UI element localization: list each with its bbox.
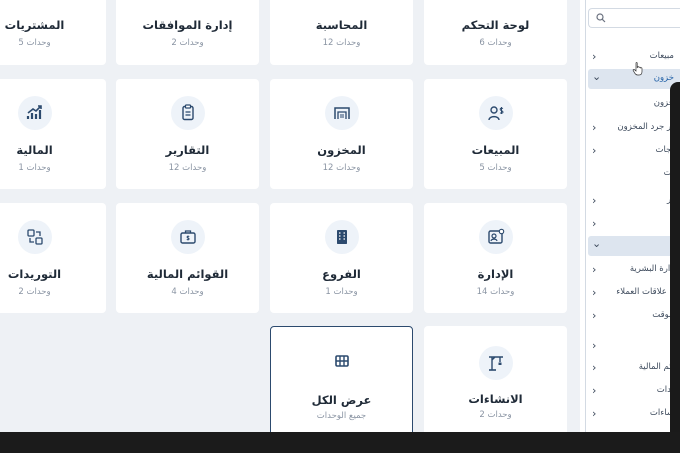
briefcase-dollar-icon bbox=[170, 220, 205, 254]
grid-icon bbox=[325, 344, 359, 378]
users-dollar-icon bbox=[478, 96, 513, 130]
chart-up-icon bbox=[17, 96, 52, 130]
sidebar-divider bbox=[585, 0, 586, 432]
module-title: الانشاءات bbox=[468, 392, 523, 406]
chevron-icon: › bbox=[592, 361, 597, 374]
module-title: القوائم المالية bbox=[146, 267, 229, 281]
module-units: 5 وحدات bbox=[18, 38, 51, 48]
sidebar-search[interactable] bbox=[588, 8, 680, 28]
module-card-approvals[interactable]: إدارة الموافقات 2 وحدات bbox=[116, 0, 259, 65]
sidebar-subitem-inventory-count[interactable]: › ير جرد المخزون bbox=[588, 118, 680, 138]
module-card-accounting[interactable]: المحاسبة 12 وحدات bbox=[270, 0, 413, 65]
module-title: المخزون bbox=[317, 143, 366, 157]
sidebar-item-group-expanded[interactable]: ⌄ bbox=[588, 236, 680, 256]
module-title: المبيعات bbox=[471, 143, 520, 157]
warehouse-icon bbox=[324, 96, 359, 130]
modules-grid: المشتريات 5 وحدات إدارة الموافقات 2 وحدا… bbox=[0, 0, 580, 432]
module-units: 1 وحدات bbox=[325, 287, 358, 297]
sidebar: › مبيعات ⌄ خزون خزون › ير جرد المخزون › تجات… bbox=[580, 0, 680, 432]
sidebar-subitem-inventory[interactable]: خزون bbox=[588, 94, 680, 114]
module-units: 12 وحدات bbox=[322, 163, 361, 173]
module-card-administration[interactable]: الإدارة 14 وحدات bbox=[424, 203, 567, 313]
sidebar-item-supplies[interactable]: › يدات bbox=[588, 381, 680, 401]
module-card-financial-statements[interactable]: القوائم المالية 4 وحدات bbox=[116, 203, 259, 313]
chevron-icon: › bbox=[592, 407, 597, 420]
module-title: المحاسبة bbox=[315, 18, 368, 32]
sidebar-item-label: دارة البشرية bbox=[629, 264, 674, 274]
module-units: 1 وحدات bbox=[18, 163, 51, 173]
sidebar-item-financial-statements[interactable]: › ائم المالية bbox=[588, 358, 680, 378]
module-units: 6 وحدات bbox=[479, 38, 512, 48]
module-card-sales[interactable]: المبيعات 5 وحدات bbox=[424, 79, 567, 189]
sidebar-item-admin[interactable]: ›ة bbox=[588, 336, 680, 356]
module-units: 12 وحدات bbox=[322, 38, 361, 48]
sidebar-item-label: ير جرد المخزون bbox=[617, 122, 674, 132]
id-card-icon bbox=[478, 220, 513, 254]
sidebar-subitem-items[interactable]: ات bbox=[588, 164, 680, 184]
sidebar-item-label: ة علاقات العملاء bbox=[616, 287, 674, 297]
module-units: 2 وحدات bbox=[18, 287, 51, 297]
module-units: جميع الوحدات bbox=[316, 411, 367, 421]
module-card-dashboard[interactable]: لوحة التحكم 6 وحدات bbox=[424, 0, 567, 65]
module-title: الإدارة bbox=[477, 267, 514, 281]
device-frame-bottom bbox=[0, 432, 680, 453]
module-card-branches[interactable]: الفروع 1 وحدات bbox=[270, 203, 413, 313]
chevron-down-icon: ⌄ bbox=[592, 70, 602, 83]
module-units: 2 وحدات bbox=[479, 410, 512, 420]
view-all-card[interactable]: عرض الكل جميع الوحدات bbox=[270, 326, 413, 432]
module-units: 12 وحدات bbox=[168, 163, 207, 173]
module-title: التوريدات bbox=[7, 267, 62, 281]
building-icon bbox=[324, 220, 359, 254]
module-units: 5 وحدات bbox=[479, 163, 512, 173]
sidebar-item-reports[interactable]: ›ير bbox=[588, 191, 680, 211]
module-title: الفروع bbox=[322, 267, 361, 281]
hand-cursor-icon bbox=[632, 62, 643, 76]
module-title: المالية bbox=[16, 143, 53, 157]
module-units: 2 وحدات bbox=[171, 38, 204, 48]
module-title: المشتريات bbox=[4, 18, 65, 32]
module-card-finance[interactable]: المالية 1 وحدات bbox=[0, 79, 106, 189]
chevron-icon: › bbox=[592, 384, 597, 397]
chevron-icon: › bbox=[592, 286, 597, 299]
chevron-icon: › bbox=[592, 121, 597, 134]
module-card-construction[interactable]: الانشاءات 2 وحدات bbox=[424, 326, 567, 432]
chevron-icon: › bbox=[592, 217, 597, 230]
module-card-inventory[interactable]: المخزون 12 وحدات bbox=[270, 79, 413, 189]
module-card-supplies[interactable]: التوريدات 2 وحدات bbox=[0, 203, 106, 313]
chevron-icon: › bbox=[592, 194, 597, 207]
crane-icon bbox=[478, 346, 513, 380]
sidebar-item-label: مبيعات bbox=[649, 51, 674, 61]
chevron-icon: › bbox=[592, 309, 597, 322]
module-title: لوحة التحكم bbox=[461, 18, 530, 32]
clipboard-icon bbox=[170, 96, 205, 130]
module-title: عرض الكل bbox=[311, 393, 372, 407]
transfer-icon bbox=[17, 220, 52, 254]
sidebar-subitem-time[interactable]: › الوقت bbox=[588, 306, 680, 326]
module-title: إدارة الموافقات bbox=[142, 18, 233, 32]
sidebar-item[interactable]: › bbox=[588, 214, 680, 234]
chevron-icon: › bbox=[592, 144, 597, 157]
sidebar-item-label: خزون bbox=[653, 73, 674, 83]
chevron-icon: › bbox=[592, 50, 597, 63]
module-title: التقارير bbox=[165, 143, 210, 157]
module-units: 14 وحدات bbox=[476, 287, 515, 297]
module-card-purchases[interactable]: المشتريات 5 وحدات bbox=[0, 0, 106, 65]
sidebar-item-label: ائم المالية bbox=[638, 362, 674, 372]
sidebar-subitem-products[interactable]: › تجات bbox=[588, 141, 680, 161]
search-input[interactable] bbox=[609, 11, 679, 25]
chevron-icon: › bbox=[592, 339, 597, 352]
search-icon bbox=[596, 13, 606, 23]
sidebar-item-construction[interactable]: › ساءات bbox=[588, 404, 680, 424]
chevron-down-icon: ⌄ bbox=[592, 237, 602, 250]
chevron-icon: › bbox=[592, 263, 597, 276]
module-card-reports[interactable]: التقارير 12 وحدات bbox=[116, 79, 259, 189]
sidebar-subitem-crm[interactable]: › ة علاقات العملاء bbox=[588, 283, 680, 303]
module-units: 4 وحدات bbox=[171, 287, 204, 297]
sidebar-subitem-hr[interactable]: › دارة البشرية bbox=[588, 260, 680, 280]
device-frame-edge bbox=[670, 82, 680, 442]
